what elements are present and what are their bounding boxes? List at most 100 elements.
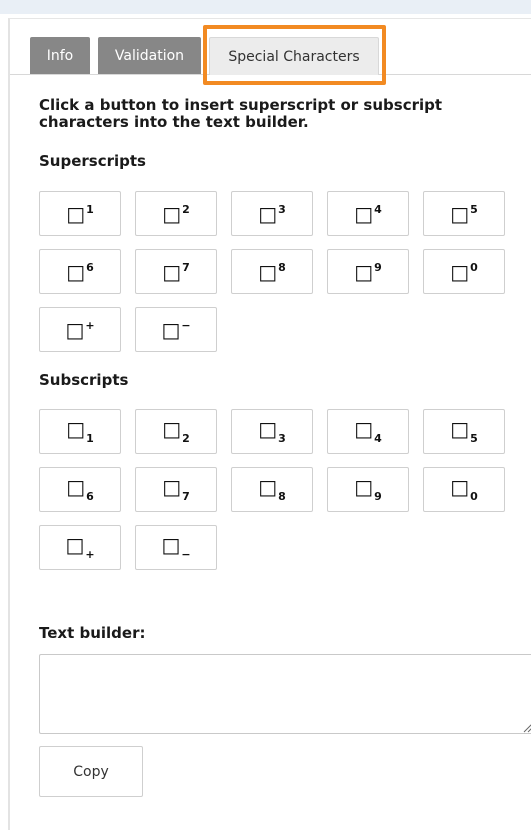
superscripts-button-11[interactable]: □− xyxy=(135,307,217,352)
superscripts-glyph: □2 xyxy=(162,204,190,224)
tab-info[interactable]: Info xyxy=(30,37,90,74)
tab-special-characters[interactable]: Special Characters xyxy=(209,37,379,75)
superscripts-character: 2 xyxy=(182,202,190,216)
superscripts-character: 8 xyxy=(278,260,286,274)
subscripts-heading: Subscripts xyxy=(39,371,129,389)
subscripts-glyph: □2 xyxy=(162,419,190,444)
superscripts-character: 4 xyxy=(374,202,382,216)
subscripts-button-3[interactable]: □4 xyxy=(327,409,409,454)
superscripts-button-3[interactable]: □4 xyxy=(327,191,409,236)
instructions-text: Click a button to insert superscript or … xyxy=(39,96,443,131)
superscripts-character: − xyxy=(181,318,191,332)
subscripts-button-1[interactable]: □2 xyxy=(135,409,217,454)
superscripts-glyph: □6 xyxy=(66,262,94,282)
subscripts-button-7[interactable]: □8 xyxy=(231,467,313,512)
placeholder-box-icon: □ xyxy=(66,259,86,284)
superscripts-glyph: □1 xyxy=(66,204,94,224)
subscripts-character: 6 xyxy=(86,490,94,503)
placeholder-box-icon: □ xyxy=(162,259,182,284)
superscripts-glyph: □8 xyxy=(258,262,286,282)
subscripts-character: 5 xyxy=(470,432,478,445)
placeholder-box-icon: □ xyxy=(66,201,86,226)
superscripts-glyph: □+ xyxy=(65,320,94,340)
subscripts-glyph: □9 xyxy=(354,477,382,502)
tab-bar: Info Validation Special Characters xyxy=(10,19,531,85)
placeholder-box-icon: □ xyxy=(65,533,85,557)
placeholder-box-icon: □ xyxy=(354,475,374,499)
subscripts-button-9[interactable]: □0 xyxy=(423,467,505,512)
superscripts-button-5[interactable]: □6 xyxy=(39,249,121,294)
subscripts-button-11[interactable]: □− xyxy=(135,525,217,570)
placeholder-box-icon: □ xyxy=(162,417,182,441)
superscripts-glyph: □7 xyxy=(162,262,190,282)
subscripts-button-8[interactable]: □9 xyxy=(327,467,409,512)
superscripts-glyph: □9 xyxy=(354,262,382,282)
placeholder-box-icon: □ xyxy=(258,259,278,284)
placeholder-box-icon: □ xyxy=(258,475,278,499)
superscripts-character: 9 xyxy=(374,260,382,274)
subscripts-glyph: □− xyxy=(161,535,190,560)
placeholder-box-icon: □ xyxy=(258,417,278,441)
subscripts-glyph: □0 xyxy=(450,477,478,502)
subscripts-glyph: □+ xyxy=(65,535,94,560)
placeholder-box-icon: □ xyxy=(162,201,182,226)
placeholder-box-icon: □ xyxy=(258,201,278,226)
superscripts-button-8[interactable]: □9 xyxy=(327,249,409,294)
subscripts-button-0[interactable]: □1 xyxy=(39,409,121,454)
placeholder-box-icon: □ xyxy=(65,317,85,342)
superscripts-character: 7 xyxy=(182,260,190,274)
tab-validation[interactable]: Validation xyxy=(98,37,201,74)
superscripts-glyph: □4 xyxy=(354,204,382,224)
resize-handle-icon[interactable] xyxy=(522,722,531,733)
subscripts-glyph: □6 xyxy=(66,477,94,502)
superscripts-button-1[interactable]: □2 xyxy=(135,191,217,236)
superscripts-glyph: □− xyxy=(161,320,190,340)
superscripts-character: + xyxy=(85,318,95,332)
placeholder-box-icon: □ xyxy=(354,201,374,226)
subscripts-character: + xyxy=(85,548,95,561)
superscripts-heading: Superscripts xyxy=(39,152,146,170)
superscripts-button-4[interactable]: □5 xyxy=(423,191,505,236)
subscripts-character: 3 xyxy=(278,432,286,445)
placeholder-box-icon: □ xyxy=(354,417,374,441)
subscripts-character: − xyxy=(181,548,191,561)
superscripts-glyph: □3 xyxy=(258,204,286,224)
subscripts-character: 7 xyxy=(182,490,190,503)
superscripts-button-10[interactable]: □+ xyxy=(39,307,121,352)
placeholder-box-icon: □ xyxy=(450,259,470,284)
copy-button[interactable]: Copy xyxy=(39,746,143,797)
superscripts-glyph: □0 xyxy=(450,262,478,282)
superscripts-button-6[interactable]: □7 xyxy=(135,249,217,294)
subscripts-character: 2 xyxy=(182,432,190,445)
superscripts-glyph: □5 xyxy=(450,204,478,224)
subscripts-button-10[interactable]: □+ xyxy=(39,525,121,570)
top-strip xyxy=(0,0,531,14)
special-characters-panel: Info Validation Special Characters Click… xyxy=(8,18,531,830)
subscripts-character: 1 xyxy=(86,432,94,445)
subscripts-glyph: □4 xyxy=(354,419,382,444)
placeholder-box-icon: □ xyxy=(66,475,86,499)
superscripts-button-7[interactable]: □8 xyxy=(231,249,313,294)
placeholder-box-icon: □ xyxy=(450,201,470,226)
subscripts-button-2[interactable]: □3 xyxy=(231,409,313,454)
placeholder-box-icon: □ xyxy=(450,475,470,499)
subscripts-glyph: □5 xyxy=(450,419,478,444)
subscripts-glyph: □7 xyxy=(162,477,190,502)
placeholder-box-icon: □ xyxy=(66,417,86,441)
placeholder-box-icon: □ xyxy=(450,417,470,441)
subscripts-button-6[interactable]: □7 xyxy=(135,467,217,512)
superscripts-button-0[interactable]: □1 xyxy=(39,191,121,236)
superscripts-character: 0 xyxy=(470,260,478,274)
subscripts-character: 8 xyxy=(278,490,286,503)
text-builder-label: Text builder: xyxy=(39,624,146,642)
superscripts-character: 3 xyxy=(278,202,286,216)
subscripts-glyph: □1 xyxy=(66,419,94,444)
subscripts-character: 9 xyxy=(374,490,382,503)
text-builder-input[interactable] xyxy=(39,654,531,734)
subscripts-button-5[interactable]: □6 xyxy=(39,467,121,512)
subscripts-glyph: □3 xyxy=(258,419,286,444)
superscripts-button-9[interactable]: □0 xyxy=(423,249,505,294)
superscripts-button-2[interactable]: □3 xyxy=(231,191,313,236)
placeholder-box-icon: □ xyxy=(161,533,181,557)
subscripts-button-4[interactable]: □5 xyxy=(423,409,505,454)
